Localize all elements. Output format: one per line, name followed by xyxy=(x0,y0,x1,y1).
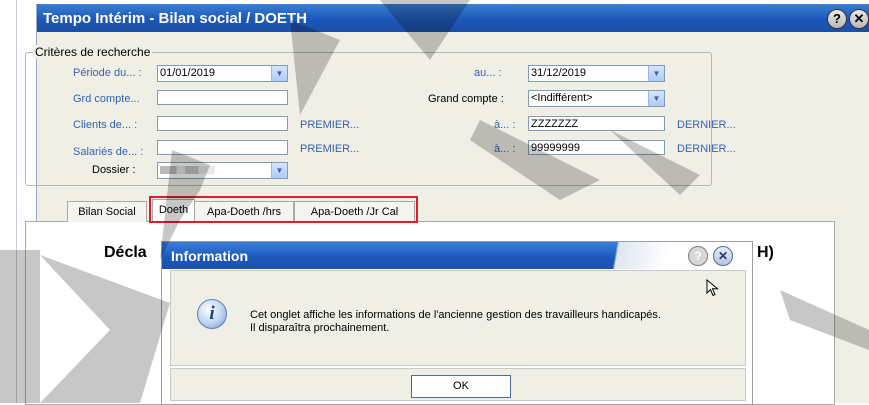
salaries-label[interactable]: Salariés de... : xyxy=(73,146,143,158)
window-titlebar: Tempo Intérim - Bilan social / DOETH ? ✕ xyxy=(37,4,869,32)
dialog-body: i Cet onglet affiche les informations de… xyxy=(170,270,746,366)
dossier-value-blurred xyxy=(160,166,215,174)
periode-label[interactable]: Période du... : xyxy=(73,67,142,79)
dialog-message-line2: Il disparaîtra prochainement. xyxy=(250,322,390,334)
dialog-titlebar[interactable]: Information ? ✕ xyxy=(162,242,752,270)
premier-link-clients[interactable]: PREMIER... xyxy=(300,119,359,131)
highlight-box xyxy=(149,196,418,223)
clients-label[interactable]: Clients de... : xyxy=(73,119,137,131)
dialog-footer: OK xyxy=(170,368,746,401)
au-label[interactable]: au... : xyxy=(474,67,502,79)
window-title: Tempo Intérim - Bilan social / DOETH xyxy=(43,10,307,27)
dialog-message: Cet onglet affiche les informations de l… xyxy=(250,309,661,335)
clients-to-input[interactable]: ZZZZZZZ xyxy=(528,116,665,131)
dossier-label: Dossier : xyxy=(92,164,136,176)
premier-link-salaries[interactable]: PREMIER... xyxy=(300,143,359,155)
grand-compte-select[interactable]: <Indifférent> ▼ xyxy=(528,90,665,107)
salaries-to-input[interactable]: 99999999 xyxy=(528,140,665,155)
dernier-link-clients[interactable]: DERNIER... xyxy=(677,119,736,131)
page: Tempo Intérim - Bilan social / DOETH ? ✕… xyxy=(0,0,869,405)
grd-compte-label[interactable]: Grd compte... xyxy=(73,93,140,105)
tab-bilan-social[interactable]: Bilan Social xyxy=(67,201,147,222)
grd-compte-input[interactable] xyxy=(157,90,288,105)
a-label-clients[interactable]: à... : xyxy=(494,119,515,131)
periode-to-select[interactable]: 31/12/2019 ▼ xyxy=(528,65,665,82)
chevron-down-icon[interactable]: ▼ xyxy=(648,66,664,81)
search-criteria-legend: Critères de recherche xyxy=(33,45,153,59)
panel-heading-start: Décla xyxy=(104,244,147,261)
a-label-salaries[interactable]: à... : xyxy=(494,143,515,155)
salaries-from-input[interactable] xyxy=(157,140,288,155)
help-icon[interactable]: ? xyxy=(827,9,847,29)
dossier-select[interactable]: ▼ xyxy=(157,162,288,179)
grand-compte-label: Grand compte : xyxy=(428,93,504,105)
chevron-down-icon[interactable]: ▼ xyxy=(648,91,664,106)
dernier-link-salaries[interactable]: DERNIER... xyxy=(677,143,736,155)
chevron-down-icon[interactable]: ▼ xyxy=(271,66,287,81)
dialog-message-line1: Cet onglet affiche les informations de l… xyxy=(250,309,661,321)
periode-to-value: 31/12/2019 xyxy=(531,67,587,79)
left-border-line xyxy=(16,0,17,403)
mouse-cursor-icon xyxy=(706,279,719,297)
info-icon: i xyxy=(197,299,227,329)
close-icon[interactable]: ✕ xyxy=(713,246,733,266)
dialog-title: Information xyxy=(171,248,248,264)
chevron-down-icon[interactable]: ▼ xyxy=(271,163,287,178)
grand-compte-value: <Indifférent> xyxy=(531,92,593,104)
periode-from-value: 01/01/2019 xyxy=(160,67,216,79)
ok-button[interactable]: OK xyxy=(411,375,511,398)
close-icon[interactable]: ✕ xyxy=(849,9,869,29)
periode-from-select[interactable]: 01/01/2019 ▼ xyxy=(157,65,288,82)
information-dialog: Information ? ✕ i Cet onglet affiche les… xyxy=(161,241,753,405)
clients-from-input[interactable] xyxy=(157,116,288,131)
panel-heading-end: H) xyxy=(757,244,774,261)
help-icon[interactable]: ? xyxy=(688,246,708,266)
